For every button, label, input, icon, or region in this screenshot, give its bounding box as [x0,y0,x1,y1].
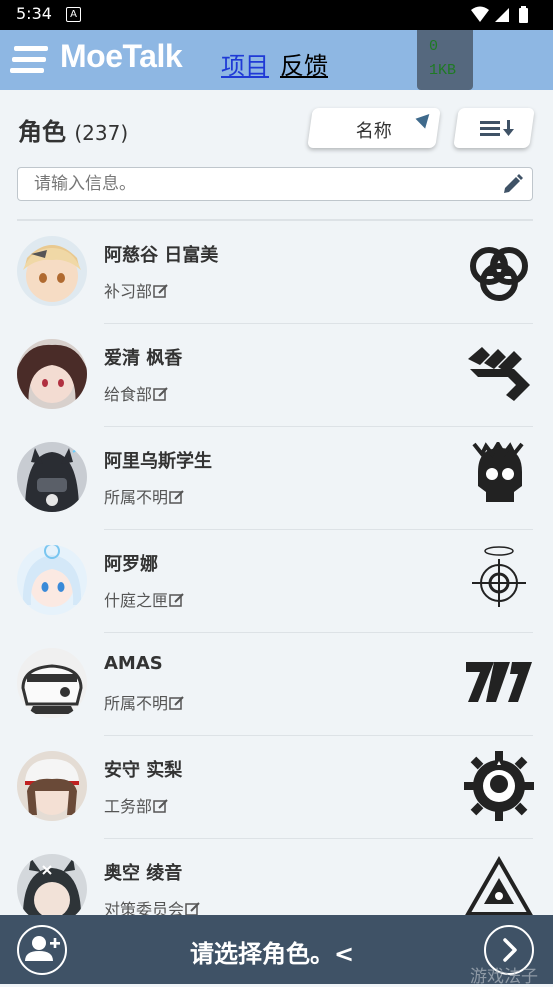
character-name: 安守 实梨 [104,760,183,781]
app-logo: MoeTalk [60,38,183,74]
character-club: 工务部 [104,793,169,817]
character-avatar [17,648,87,718]
gear-logo-icon [464,751,534,821]
character-list: 阿慈谷 日富美 补习部 爱清 枫香 给食部 阿里乌斯学生 所属不明 阿罗娜 什庭… [0,221,553,942]
edit-icon [169,593,184,607]
club-text: 所属不明 [104,488,169,507]
club-text: 所属不明 [104,694,169,713]
edit-icon [153,799,168,813]
character-count: (237) [74,121,129,145]
sort-label: 名称 [355,121,392,142]
club-text: 工务部 [104,797,153,816]
notification-icon: A [66,7,81,22]
edit-icon [169,696,184,710]
skull-logo-icon [464,440,534,512]
character-row[interactable]: 阿慈谷 日富美 补习部 [0,221,553,324]
club-text: 什庭之匣 [104,591,169,610]
edit-icon [169,490,184,504]
character-row[interactable]: 阿罗娜 什庭之匣 [0,530,553,633]
character-avatar [17,339,87,409]
search-box [17,167,533,201]
school-logo-icon [464,339,534,409]
memory-size: 1KB [429,62,457,79]
watermark: 游戏法子 [470,967,538,987]
character-name: 阿罗娜 [104,554,158,575]
character-club: 所属不明 [104,484,185,508]
sort-by-name-button[interactable]: 名称 [307,108,441,148]
character-club: 所属不明 [104,690,185,714]
signal-icon [495,8,509,22]
character-name: AMAS [104,653,163,674]
club-text: 给食部 [104,385,153,404]
sort-order-button[interactable] [453,108,535,148]
status-bar: 5:34 A [0,0,553,30]
character-avatar [17,854,87,924]
character-name: 奥空 绫音 [104,863,183,884]
character-club: 什庭之匣 [104,587,185,611]
character-row[interactable]: 阿里乌斯学生 所属不明 [0,427,553,530]
character-row[interactable]: 安守 实梨 工务部 [0,736,553,839]
edit-icon [153,387,168,401]
memory-value: 0 [429,38,439,55]
add-user-icon [25,936,60,961]
add-character-button[interactable] [17,925,67,975]
panel-title-text: 角色 [18,118,66,146]
sort-descending-icon [480,120,514,136]
nav-project-link[interactable]: 项目 [221,46,269,81]
memory-indicator: 0 1KB [417,30,473,90]
club-text: 补习部 [104,282,153,301]
pyramid-logo-icon [464,854,534,924]
status-message: 请选择角色。< [190,940,355,968]
character-name: 阿慈谷 日富美 [104,245,219,266]
character-avatar [17,236,87,306]
character-avatar [17,751,87,821]
dropdown-triangle-icon [415,113,433,132]
system-icons [471,6,539,28]
character-avatar [17,442,87,512]
panel-title: 角色 (237) [18,112,128,147]
character-name: 爱清 枫香 [104,348,183,369]
character-name: 阿里乌斯学生 [104,451,212,472]
character-club: 补习部 [104,278,169,302]
target-logo-icon [464,545,534,615]
amas-logo-icon [464,648,534,718]
wifi-icon [471,6,489,22]
character-row[interactable]: 爱清 枫香 给食部 [0,324,553,427]
search-input[interactable] [32,172,496,196]
menu-icon[interactable] [10,44,50,76]
edit-icon [153,284,168,298]
character-avatar [17,545,87,615]
nav-feedback-link[interactable]: 反馈 [280,46,328,81]
character-club: 给食部 [104,381,169,405]
status-time: 5:34 [16,4,52,23]
character-row[interactable]: AMAS 所属不明 [0,633,553,736]
pencil-icon[interactable] [502,173,524,199]
school-logo-icon [464,236,534,306]
battery-icon [519,8,528,23]
